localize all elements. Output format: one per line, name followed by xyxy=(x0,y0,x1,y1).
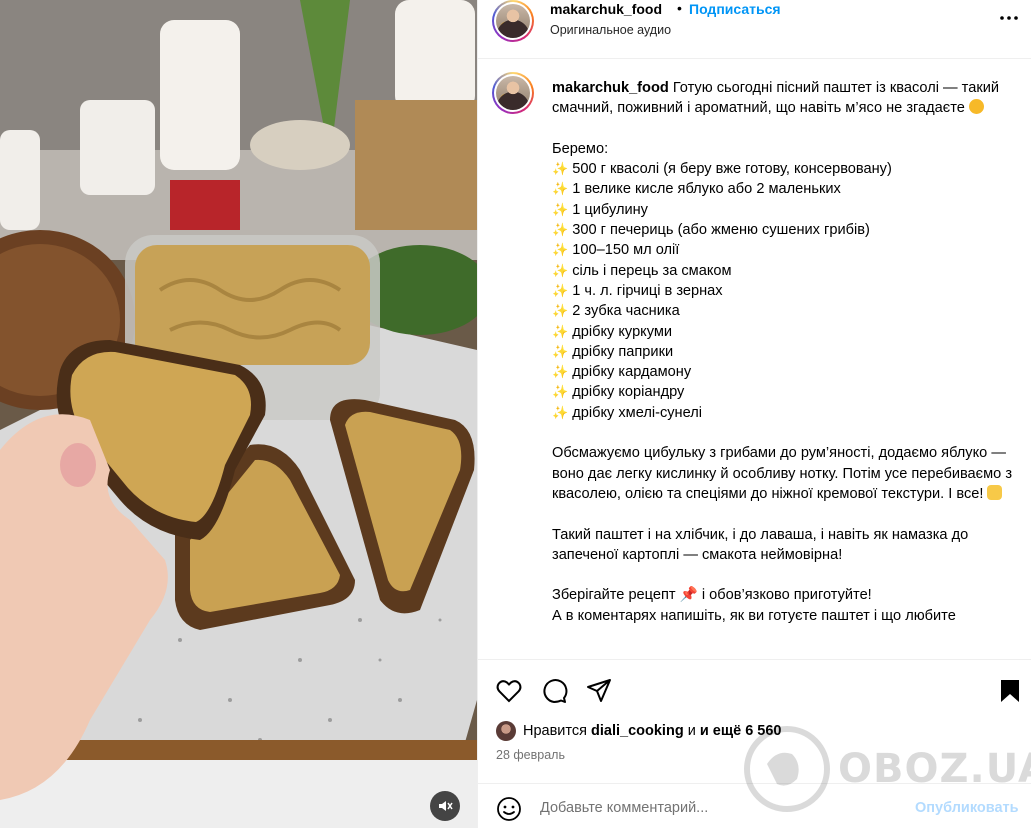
ingredient-item: ✨ дрібку паприки xyxy=(552,343,674,360)
ingredients-title: Беремо: xyxy=(552,140,609,157)
smiling-face-emoji xyxy=(968,99,984,115)
caption-avatar[interactable] xyxy=(492,72,534,114)
save-paragraph: Зберігайте рецепт 📌 і обов’язково пригот… xyxy=(552,587,872,604)
ingredient-item: ✨ дрібку коріандру xyxy=(552,384,685,401)
post-date[interactable]: 28 февраль xyxy=(496,748,565,762)
ingredient-item: ✨ 100–150 мл олії xyxy=(552,242,680,259)
ingredient-item: ✨ сіль і перець за смаком xyxy=(552,262,732,279)
ingredient-item: ✨ 1 ч. л. гірчиці в зернах xyxy=(552,282,723,299)
ingredient-item: ✨ дрібку куркуми xyxy=(552,323,673,340)
more-horizontal-icon[interactable] xyxy=(997,8,1021,28)
emoji-icon[interactable] xyxy=(496,796,522,822)
liker-avatar xyxy=(496,721,516,741)
ingredient-item: ✨ 1 цибулину xyxy=(552,201,648,218)
sparkles-emoji: ✨ xyxy=(552,384,569,400)
author-username[interactable]: makarchuk_food xyxy=(550,1,662,17)
ingredient-item: ✨ 300 г печериць (або жменю сушених гриб… xyxy=(552,222,870,239)
sparkles-emoji: ✨ xyxy=(552,343,569,359)
post-panel: makarchuk_food • Подписаться Оригинально… xyxy=(477,0,1031,828)
sparkles-emoji: ✨ xyxy=(552,181,569,197)
comment-input[interactable] xyxy=(540,795,900,821)
header-separator: • xyxy=(677,0,682,16)
comment-icon[interactable] xyxy=(540,677,568,705)
comment-box: Опубликовать xyxy=(478,783,1031,828)
heart-icon[interactable] xyxy=(495,677,523,705)
serving-paragraph: Такий паштет і на хлібчик, і до лаваша, … xyxy=(552,526,969,563)
likes-connector: и xyxy=(687,723,696,739)
sparkles-emoji: ✨ xyxy=(552,161,569,177)
post-photo xyxy=(0,0,477,828)
likes-prefix: Нравится xyxy=(523,723,587,739)
ingredient-item: ✨ дрібку хмелі-сунелі xyxy=(552,404,703,421)
caption-section: makarchuk_food Готую сьогодні пісний паш… xyxy=(478,60,1031,659)
ingredient-item: ✨ 2 зубка часника xyxy=(552,303,680,320)
method-paragraph: Обсмажуємо цибульку з грибами до рум’яно… xyxy=(552,445,1013,502)
sparkles-emoji: ✨ xyxy=(552,262,569,278)
post-comment-button[interactable]: Опубликовать xyxy=(915,800,1019,816)
mute-button[interactable] xyxy=(430,791,460,821)
sparkles-emoji: ✨ xyxy=(552,201,569,217)
post-header: makarchuk_food • Подписаться Оригинально… xyxy=(478,0,1031,59)
ingredient-item: ✨ 500 г квасолі (я беру вже готову, конс… xyxy=(552,161,892,178)
caption-text: makarchuk_food Готую сьогодні пісний паш… xyxy=(552,78,1012,626)
bookmark-icon[interactable] xyxy=(996,677,1024,705)
sparkles-emoji: ✨ xyxy=(552,222,569,238)
sparkles-emoji: ✨ xyxy=(552,303,569,319)
liker-username[interactable]: diali_cooking xyxy=(591,723,684,739)
raising-hands-emoji xyxy=(987,484,1003,500)
author-avatar[interactable] xyxy=(492,0,534,42)
pushpin-emoji: 📌 xyxy=(679,587,698,604)
sparkles-emoji: ✨ xyxy=(552,364,569,380)
sparkles-emoji: ✨ xyxy=(552,282,569,298)
follow-button[interactable]: Подписаться xyxy=(689,1,781,17)
likes-count[interactable]: и ещё 6 560 xyxy=(700,723,782,739)
speaker-muted-icon xyxy=(439,801,453,811)
post-media[interactable] xyxy=(0,0,477,828)
share-icon[interactable] xyxy=(585,677,613,705)
sparkles-emoji: ✨ xyxy=(552,242,569,258)
caption-username[interactable]: makarchuk_food xyxy=(552,80,669,96)
ingredient-item: ✨ дрібку кардамону xyxy=(552,364,692,381)
comment-prompt: А в коментарях напишіть, як ви готуєте п… xyxy=(552,607,956,624)
audio-link[interactable]: Оригинальное аудио xyxy=(550,23,671,37)
ingredient-item: ✨ 1 велике кисле яблуко або 2 маленьких xyxy=(552,181,841,198)
ingredients-list: ✨ 500 г квасолі (я беру вже готову, конс… xyxy=(552,159,1012,423)
action-bar xyxy=(478,659,1031,719)
sparkles-emoji: ✨ xyxy=(552,323,569,339)
sparkles-emoji: ✨ xyxy=(552,404,569,420)
